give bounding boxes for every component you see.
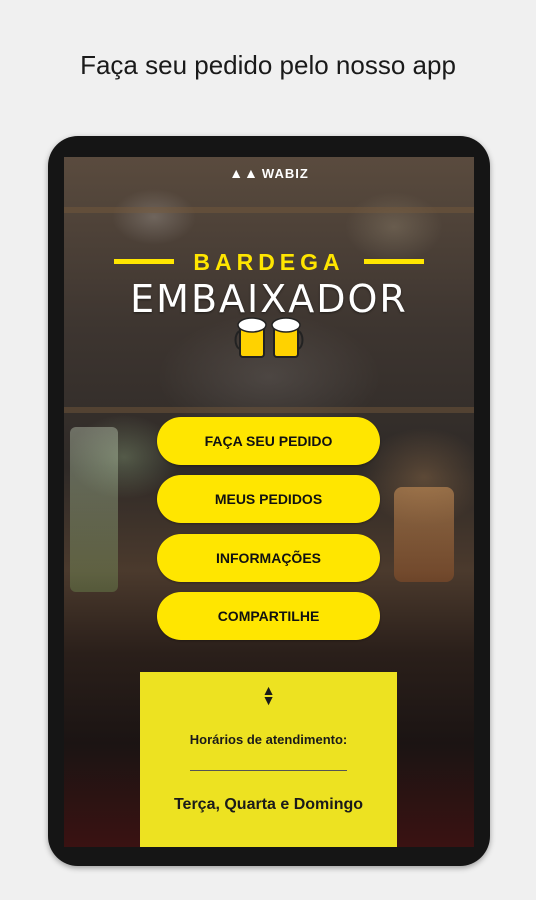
wabiz-logo: ▲▲ WABIZ: [64, 165, 474, 181]
background-shelf: [64, 207, 474, 213]
store-title-bardega: BARDEGA: [193, 249, 345, 275]
app-screen: ▲▲ WABIZ BARDEGA EMBAIXADOR FAÇA SEU PEDI…: [64, 157, 474, 847]
wabiz-logo-icon: ▲▲: [229, 165, 259, 181]
store-title-top: BARDEGA: [114, 249, 424, 275]
page-caption: Faça seu pedido pelo nosso app: [80, 50, 456, 80]
order-button-label: FAÇA SEU PEDIDO: [204, 433, 333, 449]
wabiz-logo-text: WABIZ: [261, 166, 309, 181]
background-mug: [394, 487, 454, 582]
opening-hours-card[interactable]: ▲ ▼ Horários de atendimento: Terça, Quart…: [140, 672, 397, 847]
up-down-arrows-icon[interactable]: ▲ ▼: [140, 682, 397, 714]
my-orders-button-label: MEUS PEDIDOS: [214, 491, 323, 507]
my-orders-button[interactable]: MEUS PEDIDOS: [157, 475, 380, 523]
share-button-label: COMPARTILHE: [217, 608, 320, 624]
info-button-label: INFORMAÇÕES: [216, 550, 321, 566]
beer-mugs-icon: [234, 317, 304, 358]
opening-days: Terça, Quarta e Domingo: [173, 796, 364, 813]
background-glass: [70, 427, 118, 592]
background-shelf: [64, 407, 474, 413]
hours-divider: [190, 770, 347, 771]
share-button[interactable]: COMPARTILHE: [157, 592, 380, 640]
info-button[interactable]: INFORMAÇÕES: [157, 534, 380, 582]
opening-hours-label: Horários de atendimento:: [189, 732, 348, 747]
order-button[interactable]: FAÇA SEU PEDIDO: [157, 417, 380, 465]
